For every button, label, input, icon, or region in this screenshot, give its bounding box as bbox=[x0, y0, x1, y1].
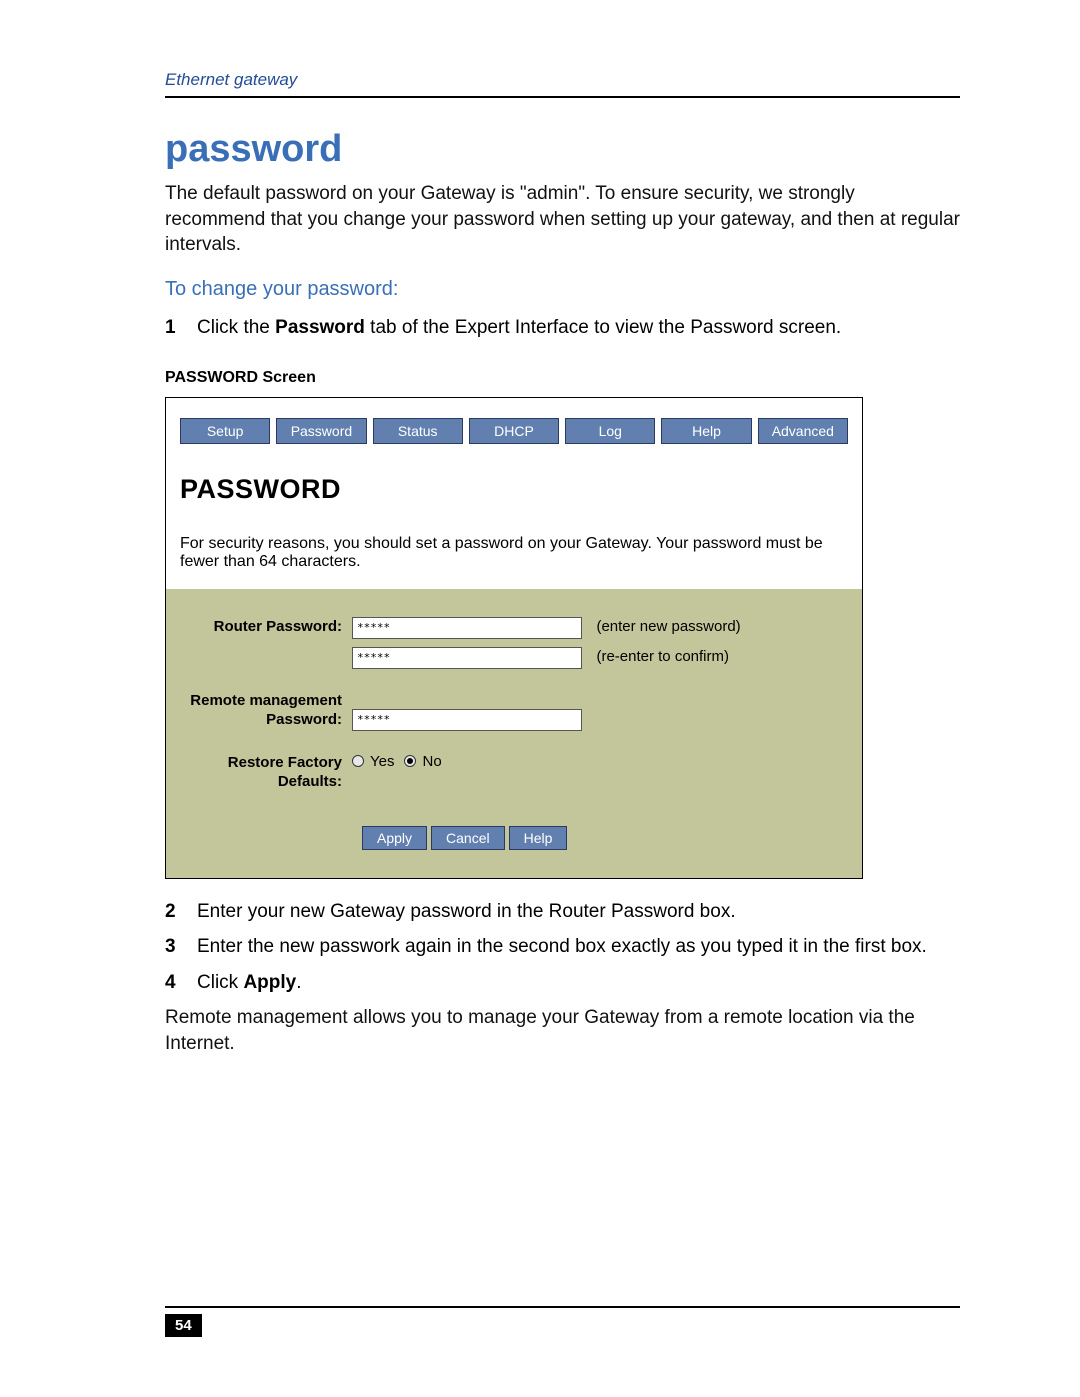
step-number: 4 bbox=[165, 970, 183, 996]
step-text: Enter the new passwork again in the seco… bbox=[197, 934, 960, 960]
form-panel: Router Password: (enter new password) (r… bbox=[166, 589, 862, 878]
step-4: 4 Click Apply. bbox=[165, 970, 960, 996]
intro-paragraph: The default password on your Gateway is … bbox=[165, 181, 960, 258]
step-text: Click Apply. bbox=[197, 970, 960, 996]
text-bold: Apply bbox=[243, 972, 296, 993]
hint-confirm: (re-enter to confirm) bbox=[596, 648, 729, 665]
outro-paragraph: Remote management allows you to manage y… bbox=[165, 1005, 960, 1056]
radio-no[interactable] bbox=[404, 755, 416, 767]
text-bold: Password bbox=[275, 317, 365, 338]
step-number: 1 bbox=[165, 315, 183, 341]
tab-log[interactable]: Log bbox=[565, 418, 655, 444]
router-password-confirm-input[interactable] bbox=[352, 647, 582, 669]
tab-password[interactable]: Password bbox=[276, 418, 366, 444]
text: Click bbox=[197, 972, 243, 993]
step-text: Enter your new Gateway password in the R… bbox=[197, 899, 960, 925]
label-restore-defaults: Restore Factory Defaults: bbox=[180, 753, 352, 792]
tab-setup[interactable]: Setup bbox=[180, 418, 270, 444]
remote-password-input[interactable] bbox=[352, 709, 582, 731]
figure-caption: PASSWORD Screen bbox=[165, 369, 960, 387]
step-number: 3 bbox=[165, 934, 183, 960]
screen-heading: PASSWORD bbox=[180, 474, 848, 505]
router-password-input[interactable] bbox=[352, 617, 582, 639]
screen-description: For security reasons, you should set a p… bbox=[180, 535, 848, 571]
page-title: password bbox=[165, 128, 960, 171]
step-1: 1 Click the Password tab of the Expert I… bbox=[165, 315, 960, 341]
radio-yes[interactable] bbox=[352, 755, 364, 767]
step-number: 2 bbox=[165, 899, 183, 925]
step-3: 3 Enter the new passwork again in the se… bbox=[165, 934, 960, 960]
sub-heading: To change your password: bbox=[165, 278, 960, 301]
running-header: Ethernet gateway bbox=[165, 70, 960, 98]
tab-bar: Setup Password Status DHCP Log Help Adva… bbox=[166, 398, 862, 444]
radio-yes-label: Yes bbox=[370, 753, 394, 770]
screenshot-frame: Setup Password Status DHCP Log Help Adva… bbox=[165, 397, 863, 879]
cancel-button[interactable]: Cancel bbox=[431, 826, 505, 850]
page-footer: 54 bbox=[165, 1306, 960, 1337]
apply-button[interactable]: Apply bbox=[362, 826, 427, 850]
text: tab of the Expert Interface to view the … bbox=[365, 317, 841, 338]
tab-status[interactable]: Status bbox=[373, 418, 463, 444]
help-button[interactable]: Help bbox=[509, 826, 568, 850]
tab-help[interactable]: Help bbox=[661, 418, 751, 444]
text: . bbox=[296, 972, 301, 993]
label-router-password: Router Password: bbox=[180, 617, 352, 637]
hint-enter-new: (enter new password) bbox=[596, 618, 740, 635]
step-2: 2 Enter your new Gateway password in the… bbox=[165, 899, 960, 925]
page-number: 54 bbox=[165, 1314, 202, 1337]
radio-no-label: No bbox=[422, 753, 441, 770]
tab-advanced[interactable]: Advanced bbox=[758, 418, 848, 444]
step-text: Click the Password tab of the Expert Int… bbox=[197, 315, 960, 341]
label-remote-password: Remote management Password: bbox=[180, 691, 352, 730]
text: Click the bbox=[197, 317, 275, 338]
tab-dhcp[interactable]: DHCP bbox=[469, 418, 559, 444]
